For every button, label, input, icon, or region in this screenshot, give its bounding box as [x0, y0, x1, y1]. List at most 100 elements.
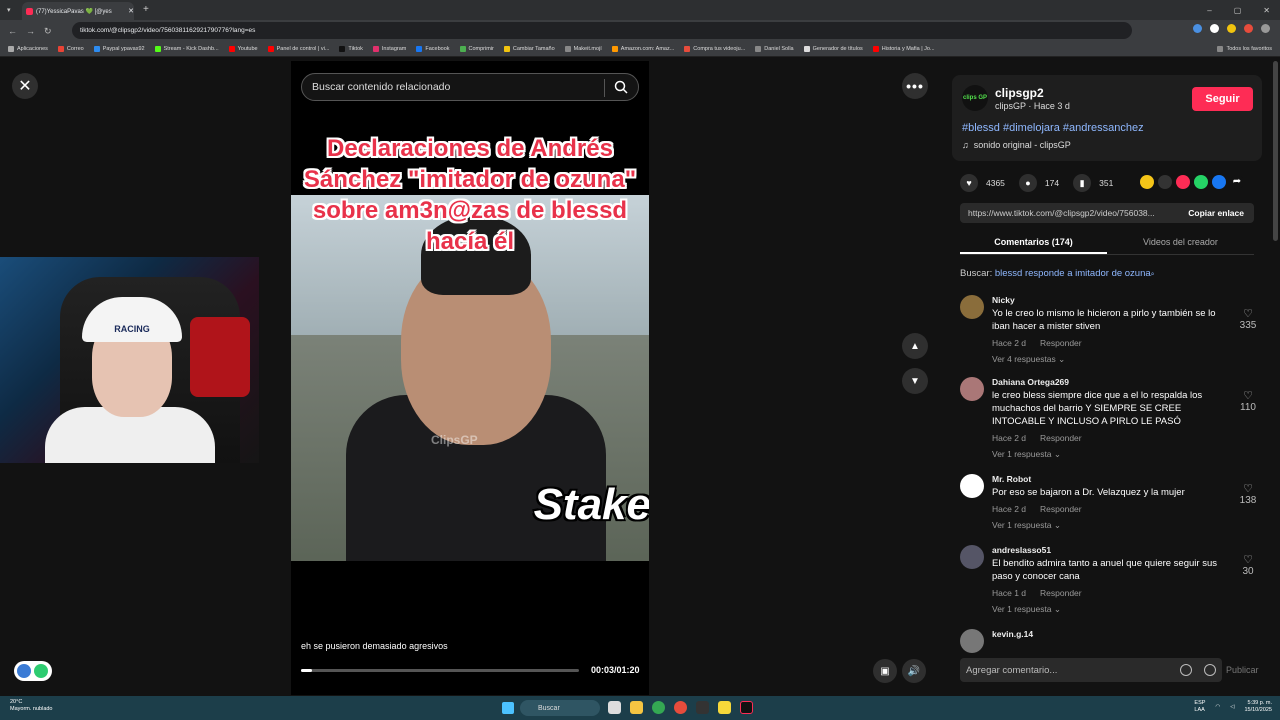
heart-icon[interactable]: ♡ [1237, 307, 1259, 320]
hashtags[interactable]: #blessd #dimelojara #andressanchez [962, 122, 1144, 134]
bookmark-item[interactable]: Stream - Kick Dashb... [154, 46, 219, 52]
video-link-field[interactable]: https://www.tiktok.com/@clipsgp2/video/7… [960, 203, 1254, 223]
related-search-suggestion[interactable]: Buscar: blessd responde a imitador de oz… [960, 268, 1155, 279]
view-replies-button[interactable]: Ver 1 respuesta ⌄ [992, 604, 1061, 615]
previous-video-button[interactable]: ▲ [902, 333, 928, 359]
search-icon[interactable] [614, 80, 628, 94]
heart-icon[interactable]: ♡ [1237, 482, 1259, 495]
app-icon[interactable] [696, 701, 709, 714]
tab-comments[interactable]: Comentarios (174) [960, 229, 1107, 254]
embed-icon[interactable] [1158, 175, 1172, 189]
bookmark-icon[interactable]: ▮ [1073, 174, 1092, 192]
taskbar-search[interactable]: Buscar [520, 700, 600, 716]
app-icon[interactable] [674, 701, 687, 714]
file-explorer-icon[interactable] [630, 701, 643, 714]
comment-icon[interactable]: ● [1018, 174, 1037, 192]
related-search-input[interactable]: Buscar contenido relacionado [301, 73, 639, 101]
profile-icon[interactable] [1261, 24, 1270, 33]
tiktok-app-icon[interactable] [740, 701, 753, 714]
view-replies-button[interactable]: Ver 1 respuesta ⌄ [992, 449, 1061, 460]
next-video-button[interactable]: ▼ [902, 368, 928, 394]
comment-like[interactable]: ♡ 30 [1237, 553, 1259, 577]
share-arrow-icon[interactable]: ➦ [1230, 175, 1244, 189]
extension-icon[interactable] [1227, 24, 1236, 33]
bookmark-item[interactable]: Youtube [228, 46, 258, 52]
view-replies-button[interactable]: Ver 4 respuestas ⌄ [992, 354, 1065, 365]
bookmark-item[interactable]: Comprimir [459, 46, 494, 52]
copy-link-button[interactable]: Copiar enlace [1188, 208, 1244, 218]
tab-creator-videos[interactable]: Videos del creador [1107, 229, 1254, 254]
comment-author[interactable]: Mr. Robot [992, 474, 1031, 484]
bookmark-item[interactable]: Panel de control | vi... [267, 46, 329, 52]
scrollbar[interactable] [1273, 61, 1278, 241]
emoji-icon[interactable] [1204, 664, 1216, 676]
comment-avatar[interactable] [960, 295, 984, 319]
whatsapp-icon[interactable] [1194, 175, 1208, 189]
comment-author[interactable]: kevin.g.14 [992, 629, 1033, 639]
chrome-icon[interactable] [652, 701, 665, 714]
tab-list-icon[interactable]: ▾ [7, 6, 11, 14]
reload-icon[interactable]: ↻ [44, 26, 54, 37]
reply-button[interactable]: Responder [1040, 588, 1082, 598]
wifi-icon[interactable]: ◠ [1215, 704, 1220, 711]
comment-avatar[interactable] [960, 377, 984, 401]
video-player[interactable]: Buscar contenido relacionado ClipsGP Sta… [291, 61, 649, 695]
maximize-icon[interactable]: ▢ [1234, 6, 1242, 15]
comment-avatar[interactable] [960, 545, 984, 569]
back-icon[interactable]: ← [8, 26, 18, 36]
weather-widget[interactable]: 20°C Mayorm. nublado [10, 699, 53, 713]
minimize-icon[interactable]: – [1207, 6, 1211, 15]
bookmark-item[interactable]: Daniel Solla [755, 46, 794, 52]
volume-tray-icon[interactable]: ◁ [1230, 704, 1234, 711]
repost-icon[interactable] [1176, 175, 1190, 189]
bookmark-item[interactable]: Generador de títulos [803, 46, 863, 52]
reply-button[interactable]: Responder [1040, 504, 1082, 514]
extension-icon[interactable] [1244, 24, 1253, 33]
close-video-button[interactable]: ✕ [12, 73, 38, 99]
language-indicator[interactable]: ESP LAA [1194, 700, 1205, 714]
bookmark-item[interactable]: Cambiar Tamaño [503, 46, 555, 52]
more-options-button[interactable]: ••• [902, 73, 928, 99]
heart-icon[interactable]: ♡ [1237, 553, 1259, 566]
bookmark-item[interactable]: Makeit.mojí [564, 46, 602, 52]
mention-icon[interactable] [1180, 664, 1192, 676]
bookmark-item[interactable]: Amazon.com: Amaz... [611, 46, 674, 52]
bookmark-item[interactable]: Historia y Mafia | Jo... [872, 46, 935, 52]
browser-tab-active[interactable]: (77)YessicaPavas 💚 [@yes ✕ [22, 2, 134, 20]
comment-like[interactable]: ♡ 335 [1237, 307, 1259, 331]
bookmark-item[interactable]: Instagram [372, 46, 406, 52]
windows-start-icon[interactable] [502, 702, 514, 714]
author-avatar[interactable]: clips GP [962, 85, 988, 111]
comment-author[interactable]: andreslasso51 [992, 545, 1051, 555]
comment-author[interactable]: Dahiana Ortega269 [992, 377, 1069, 387]
forward-icon[interactable]: → [26, 26, 36, 36]
extension-icon[interactable] [1193, 24, 1202, 33]
comment-like[interactable]: ♡ 110 [1237, 389, 1259, 413]
clock[interactable]: 5:39 p. m. 15/10/2025 [1244, 700, 1272, 714]
bookmark-item[interactable]: Tiktok [339, 46, 363, 52]
facebook-icon[interactable] [1212, 175, 1226, 189]
captions-icon[interactable]: ▣ [873, 659, 897, 683]
url-field[interactable]: tiktok.com/@clipsgp2/video/7560381162921… [72, 22, 1132, 39]
task-view-icon[interactable] [608, 701, 621, 714]
tab-close-icon[interactable]: ✕ [128, 7, 134, 15]
bookmark-item[interactable]: Paypal ypavas92 [93, 46, 145, 52]
heart-icon[interactable]: ♡ [1237, 389, 1259, 402]
bookmark-item[interactable]: Compra tus videoju... [684, 46, 745, 52]
publish-button[interactable]: Publicar [1226, 665, 1259, 675]
like-icon[interactable]: ♥ [960, 174, 978, 192]
comment-avatar[interactable] [960, 474, 984, 498]
bookmark-item[interactable]: Aplicaciones [8, 46, 48, 52]
add-comment-input[interactable]: Agregar comentario... [960, 658, 1222, 682]
reply-button[interactable]: Responder [1040, 338, 1082, 348]
reply-button[interactable]: Responder [1040, 433, 1082, 443]
search-query[interactable]: blessd responde a imitador de ozuna [995, 268, 1151, 279]
sound-row[interactable]: ♫ sonido original - clipsGP [962, 140, 1071, 150]
close-window-icon[interactable]: ✕ [1263, 6, 1270, 15]
follow-button[interactable]: Seguir [1192, 87, 1253, 111]
comment-avatar[interactable] [960, 629, 984, 653]
floating-extension-widget[interactable] [14, 661, 52, 681]
bookmark-item[interactable]: Correo [57, 46, 84, 52]
sticky-notes-icon[interactable] [718, 701, 731, 714]
extension-icon[interactable] [1210, 24, 1219, 33]
